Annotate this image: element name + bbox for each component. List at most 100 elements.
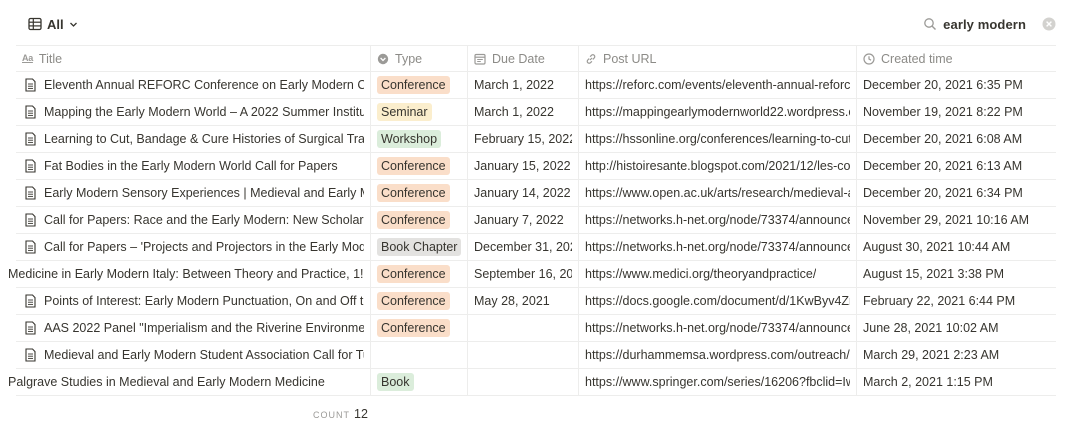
type-cell[interactable]: Conference bbox=[371, 207, 468, 233]
view-selector[interactable]: All bbox=[28, 13, 78, 35]
table-row[interactable]: Learning to Cut, Bandage & Cure Historie… bbox=[16, 126, 1056, 153]
due-date-cell[interactable]: September 16, 202 bbox=[468, 261, 579, 287]
table-row[interactable]: Fat Bodies in the Early Modern World Cal… bbox=[16, 153, 1056, 180]
row-title[interactable]: AAS 2022 Panel "Imperialism and the Rive… bbox=[44, 321, 364, 335]
due-date-cell[interactable] bbox=[468, 315, 579, 341]
due-date-cell[interactable]: January 14, 2022 bbox=[468, 180, 579, 206]
type-cell[interactable]: Conference bbox=[371, 288, 468, 314]
due-date-value: January 14, 2022 bbox=[474, 186, 571, 200]
table-row[interactable]: Call for Papers – 'Projects and Projecto… bbox=[16, 234, 1056, 261]
column-header-created-time[interactable]: Created time bbox=[857, 46, 1056, 71]
post-url-cell[interactable]: https://networks.h-net.org/node/73374/an… bbox=[579, 207, 857, 233]
table-row[interactable]: Mapping the Early Modern World – A 2022 … bbox=[16, 99, 1056, 126]
post-url-link[interactable]: https://www.medici.org/theoryandpractice… bbox=[585, 267, 816, 281]
row-title[interactable]: Early Modern Sensory Experiences | Medie… bbox=[44, 186, 364, 200]
table-row[interactable]: Call for Papers: Race and the Early Mode… bbox=[16, 207, 1056, 234]
row-title[interactable]: Mapping the Early Modern World – A 2022 … bbox=[44, 105, 364, 119]
post-url-link[interactable]: https://www.open.ac.uk/arts/research/med… bbox=[585, 186, 850, 200]
row-title[interactable]: Call for Papers: Race and the Early Mode… bbox=[44, 213, 364, 227]
table-row[interactable]: Palgrave Studies in Medieval and Early M… bbox=[8, 369, 1056, 396]
row-title[interactable]: Medicine in Early Modern Italy: Between … bbox=[8, 267, 364, 281]
post-url-cell[interactable]: https://hssonline.org/conferences/learni… bbox=[579, 126, 857, 152]
post-url-link[interactable]: https://mappingearlymodernworld22.wordpr… bbox=[585, 105, 850, 119]
type-cell[interactable]: Conference bbox=[371, 261, 468, 287]
title-cell[interactable]: Call for Papers: Race and the Early Mode… bbox=[16, 207, 371, 233]
title-cell[interactable]: Eleventh Annual REFORC Conference on Ear… bbox=[16, 72, 371, 98]
column-header-title[interactable]: Aa Title bbox=[16, 46, 371, 71]
due-date-cell[interactable]: March 1, 2022 bbox=[468, 72, 579, 98]
table-row[interactable]: Medieval and Early Modern Student Associ… bbox=[16, 342, 1056, 369]
type-tag: Conference bbox=[377, 292, 450, 310]
post-url-cell[interactable]: https://networks.h-net.org/node/73374/an… bbox=[579, 315, 857, 341]
title-cell[interactable]: Medicine in Early Modern Italy: Between … bbox=[0, 261, 371, 287]
type-cell[interactable]: Workshop bbox=[371, 126, 468, 152]
title-cell[interactable]: Medieval and Early Modern Student Associ… bbox=[16, 342, 371, 368]
type-cell[interactable]: Conference bbox=[371, 315, 468, 341]
post-url-cell[interactable]: https://www.springer.com/series/16206?fb… bbox=[579, 369, 857, 395]
title-cell[interactable]: Early Modern Sensory Experiences | Medie… bbox=[16, 180, 371, 206]
post-url-link[interactable]: http://histoiresante.blogspot.com/2021/1… bbox=[585, 159, 850, 173]
type-cell[interactable]: Book bbox=[371, 369, 468, 395]
post-url-link[interactable]: https://networks.h-net.org/node/73374/an… bbox=[585, 213, 850, 227]
column-url-label: Post URL bbox=[603, 51, 657, 66]
column-header-due-date[interactable]: Due Date bbox=[468, 46, 579, 71]
title-cell[interactable]: Fat Bodies in the Early Modern World Cal… bbox=[16, 153, 371, 179]
post-url-cell[interactable]: https://docs.google.com/document/d/1KwBy… bbox=[579, 288, 857, 314]
post-url-cell[interactable]: http://histoiresante.blogspot.com/2021/1… bbox=[579, 153, 857, 179]
count-footer: COUNT 12 bbox=[313, 407, 368, 421]
type-cell[interactable]: Conference bbox=[371, 180, 468, 206]
post-url-cell[interactable]: https://durhammemsa.wordpress.com/outrea… bbox=[579, 342, 857, 368]
post-url-link[interactable]: https://networks.h-net.org/node/73374/an… bbox=[585, 321, 850, 335]
title-cell[interactable]: Palgrave Studies in Medieval and Early M… bbox=[0, 369, 371, 395]
post-url-link[interactable]: https://docs.google.com/document/d/1KwBy… bbox=[585, 294, 850, 308]
post-url-cell[interactable]: https://reforc.com/events/eleventh-annua… bbox=[579, 72, 857, 98]
type-cell[interactable]: Conference bbox=[371, 72, 468, 98]
table-row[interactable]: Early Modern Sensory Experiences | Medie… bbox=[16, 180, 1056, 207]
row-title[interactable]: Points of Interest: Early Modern Punctua… bbox=[44, 294, 364, 308]
due-date-cell[interactable]: January 15, 2022 bbox=[468, 153, 579, 179]
post-url-link[interactable]: https://www.springer.com/series/16206?fb… bbox=[585, 375, 850, 389]
title-cell[interactable]: Call for Papers – 'Projects and Projecto… bbox=[16, 234, 371, 260]
post-url-link[interactable]: https://hssonline.org/conferences/learni… bbox=[585, 132, 850, 146]
row-title[interactable]: Call for Papers – 'Projects and Projecto… bbox=[44, 240, 364, 254]
table-row[interactable]: Medicine in Early Modern Italy: Between … bbox=[8, 261, 1056, 288]
post-url-link[interactable]: https://durhammemsa.wordpress.com/outrea… bbox=[585, 348, 850, 362]
due-date-cell[interactable]: January 7, 2022 bbox=[468, 207, 579, 233]
due-date-cell[interactable]: December 31, 2021 bbox=[468, 234, 579, 260]
title-cell[interactable]: Mapping the Early Modern World – A 2022 … bbox=[16, 99, 371, 125]
due-date-cell[interactable] bbox=[468, 342, 579, 368]
column-header-post-url[interactable]: Post URL bbox=[579, 46, 857, 71]
post-url-cell[interactable]: https://networks.h-net.org/node/73374/an… bbox=[579, 234, 857, 260]
post-url-cell[interactable]: https://www.medici.org/theoryandpractice… bbox=[579, 261, 857, 287]
row-title[interactable]: Medieval and Early Modern Student Associ… bbox=[44, 348, 364, 362]
due-date-cell[interactable] bbox=[468, 369, 579, 395]
post-url-cell[interactable]: https://www.open.ac.uk/arts/research/med… bbox=[579, 180, 857, 206]
row-title[interactable]: Fat Bodies in the Early Modern World Cal… bbox=[44, 159, 338, 173]
created-time-cell: November 29, 2021 10:16 AM bbox=[857, 207, 1056, 233]
post-url-cell[interactable]: https://mappingearlymodernworld22.wordpr… bbox=[579, 99, 857, 125]
due-date-cell[interactable]: February 15, 2022 bbox=[468, 126, 579, 152]
created-time-value: December 20, 2021 6:13 AM bbox=[863, 159, 1023, 173]
row-title[interactable]: Palgrave Studies in Medieval and Early M… bbox=[8, 375, 325, 389]
due-date-cell[interactable]: May 28, 2021 bbox=[468, 288, 579, 314]
post-url-link[interactable]: https://reforc.com/events/eleventh-annua… bbox=[585, 78, 850, 92]
type-cell[interactable]: Book Chapter bbox=[371, 234, 468, 260]
row-title[interactable]: Learning to Cut, Bandage & Cure Historie… bbox=[44, 132, 364, 146]
due-date-cell[interactable]: March 1, 2022 bbox=[468, 99, 579, 125]
search-box[interactable]: early modern bbox=[923, 13, 1056, 35]
search-input[interactable]: early modern bbox=[943, 17, 1026, 32]
post-url-link[interactable]: https://networks.h-net.org/node/73374/an… bbox=[585, 240, 850, 254]
title-cell[interactable]: AAS 2022 Panel "Imperialism and the Rive… bbox=[16, 315, 371, 341]
clear-search-icon[interactable] bbox=[1042, 17, 1056, 31]
row-title[interactable]: Eleventh Annual REFORC Conference on Ear… bbox=[44, 78, 364, 92]
table-row[interactable]: Eleventh Annual REFORC Conference on Ear… bbox=[16, 72, 1056, 99]
created-time-cell: March 2, 2021 1:15 PM bbox=[857, 369, 1056, 395]
table-row[interactable]: Points of Interest: Early Modern Punctua… bbox=[16, 288, 1056, 315]
type-cell[interactable]: Seminar bbox=[371, 99, 468, 125]
table-row[interactable]: AAS 2022 Panel "Imperialism and the Rive… bbox=[16, 315, 1056, 342]
type-cell[interactable] bbox=[371, 342, 468, 368]
title-cell[interactable]: Learning to Cut, Bandage & Cure Historie… bbox=[16, 126, 371, 152]
column-header-type[interactable]: Type bbox=[371, 46, 468, 71]
type-cell[interactable]: Conference bbox=[371, 153, 468, 179]
title-cell[interactable]: Points of Interest: Early Modern Punctua… bbox=[16, 288, 371, 314]
